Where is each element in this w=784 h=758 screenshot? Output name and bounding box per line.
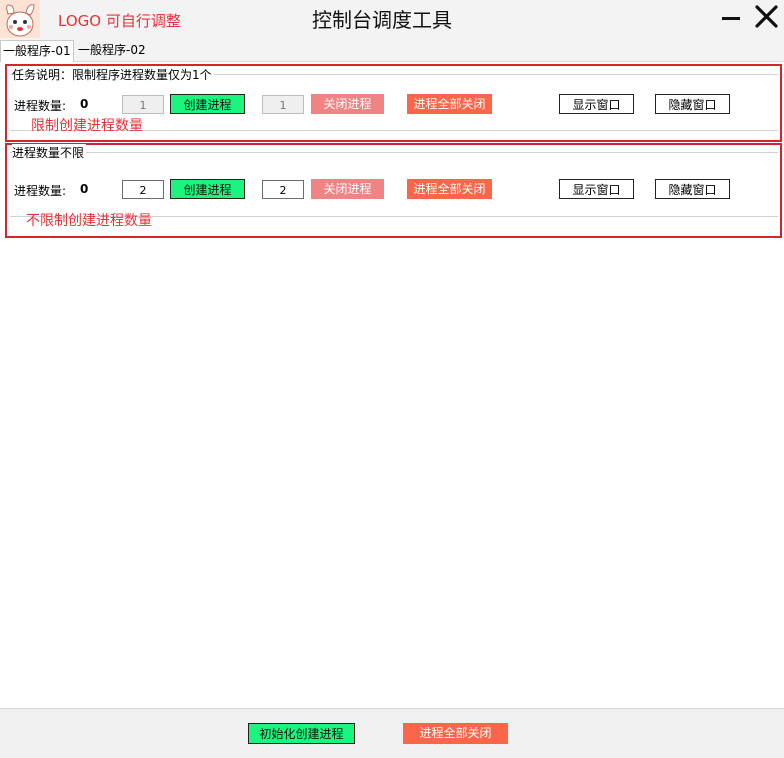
create-quantity-input[interactable]: 1: [122, 95, 164, 114]
footer-bar: [0, 708, 784, 758]
process-count-value: 0: [80, 97, 89, 111]
app-title: 控制台调度工具: [312, 8, 452, 32]
process-count-label: 进程数量:: [14, 184, 67, 198]
close-icon[interactable]: [752, 3, 780, 31]
create-quantity-input[interactable]: 2: [122, 180, 164, 199]
process-count-value: 0: [80, 182, 89, 196]
group-unlimited-note: 不限制创建进程数量: [26, 213, 152, 229]
show-window-button[interactable]: 显示窗口: [559, 94, 634, 114]
logo-mascot-icon: [0, 0, 40, 38]
close-all-processes-button[interactable]: 进程全部关闭: [407, 179, 492, 199]
close-process-button[interactable]: 关闭进程: [311, 179, 384, 199]
process-count-label: 进程数量:: [14, 99, 67, 113]
close-quantity-input[interactable]: 2: [262, 180, 304, 199]
tab-program-01[interactable]: 一般程序-01: [0, 40, 74, 62]
init-create-process-button[interactable]: 初始化创建进程: [248, 723, 355, 744]
create-process-button[interactable]: 创建进程: [170, 179, 245, 199]
hide-window-button[interactable]: 隐藏窗口: [655, 179, 730, 199]
close-all-processes-button[interactable]: 进程全部关闭: [407, 94, 492, 114]
group-unlimited-frame-line: [10, 152, 778, 153]
hide-window-button[interactable]: 隐藏窗口: [655, 94, 730, 114]
group-unlimited-legend: 进程数量不限: [12, 144, 87, 161]
show-window-button[interactable]: 显示窗口: [559, 179, 634, 199]
minimize-icon[interactable]: [722, 6, 742, 30]
footer-close-all-button[interactable]: 进程全部关闭: [403, 723, 508, 744]
group-limited-note: 限制创建进程数量: [31, 118, 143, 134]
close-quantity-input[interactable]: 1: [262, 95, 304, 114]
logo-text: LOGO 可自行调整: [58, 12, 181, 30]
close-process-button[interactable]: 关闭进程: [311, 94, 384, 114]
create-process-button[interactable]: 创建进程: [170, 94, 245, 114]
group-limited-legend: 任务说明：限制程序进程数量仅为1个: [12, 66, 214, 83]
tab-program-02[interactable]: 一般程序-02: [76, 40, 148, 60]
